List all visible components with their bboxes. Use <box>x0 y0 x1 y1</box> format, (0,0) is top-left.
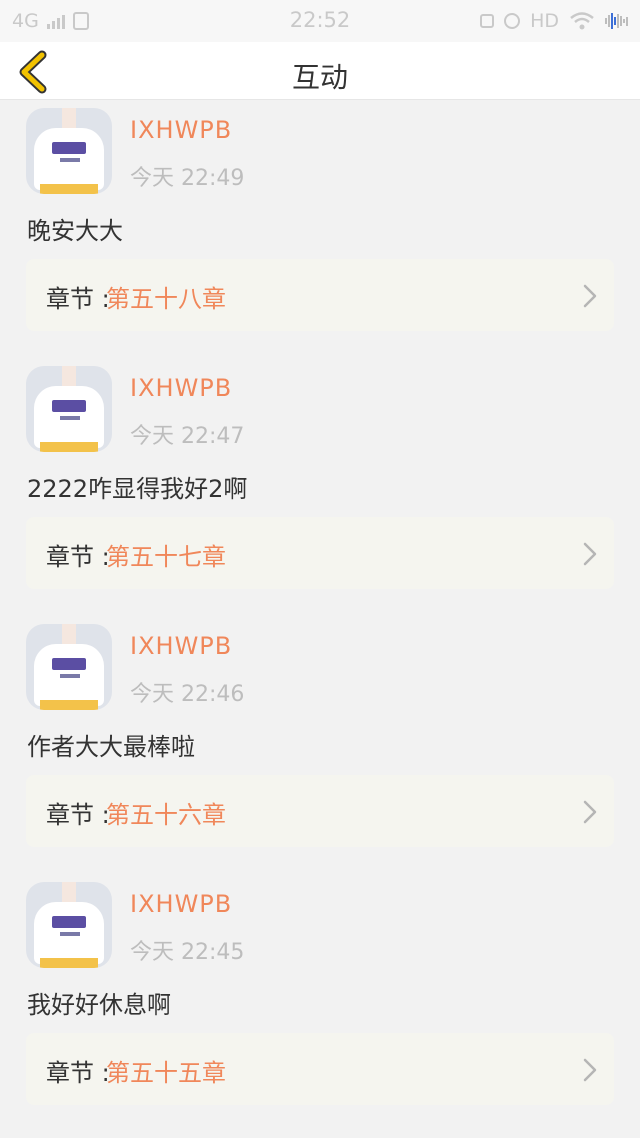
mute-icon <box>480 14 495 28</box>
wifi-icon <box>570 12 594 30</box>
chevron-right-icon <box>583 542 597 566</box>
chevron-right-icon <box>583 284 597 308</box>
avatar[interactable] <box>26 624 112 710</box>
alarm-icon <box>504 13 521 29</box>
nav-bar: 互动 <box>0 42 640 100</box>
chapter-link[interactable]: 章节 : 第五十八章 <box>26 259 614 331</box>
comment-item: IXHWPB 今天 22:45 我好好休息啊 章节 : 第五十五章 <box>0 874 640 1132</box>
comment-text: 作者大大最棒啦 <box>27 733 195 761</box>
chapter-link[interactable]: 章节 : 第五十五章 <box>26 1033 614 1105</box>
audio-wave-icon <box>605 13 628 29</box>
comment-text: 晚安大大 <box>27 217 123 245</box>
avatar[interactable] <box>26 882 112 968</box>
chevron-right-icon <box>583 800 597 824</box>
hd-label: HD <box>530 10 559 32</box>
comment-time: 今天 22:47 <box>130 424 245 449</box>
chapter-name: 第五十七章 <box>106 543 226 571</box>
chapter-label: 章节 : <box>46 285 110 313</box>
username[interactable]: IXHWPB <box>130 632 232 660</box>
comment-text: 我好好休息啊 <box>27 991 171 1019</box>
comment-item: IXHWPB 今天 22:46 作者大大最棒啦 章节 : 第五十六章 <box>0 616 640 874</box>
chapter-link[interactable]: 章节 : 第五十七章 <box>26 517 614 589</box>
chapter-name: 第五十八章 <box>106 285 226 313</box>
chapter-label: 章节 : <box>46 1059 110 1087</box>
comment-time: 今天 22:46 <box>130 682 245 707</box>
chapter-name: 第五十五章 <box>106 1059 226 1087</box>
comment-item: IXHWPB 今天 22:49 晚安大大 章节 : 第五十八章 <box>0 100 640 358</box>
chapter-label: 章节 : <box>46 543 110 571</box>
comment-text: 2222咋显得我好2啊 <box>27 475 248 503</box>
chapter-link[interactable]: 章节 : 第五十六章 <box>26 775 614 847</box>
status-right: HD <box>480 10 628 32</box>
username[interactable]: IXHWPB <box>130 374 232 402</box>
status-bar: 4G 22:52 HD <box>0 0 640 42</box>
comment-item: IXHWPB 今天 22:47 2222咋显得我好2啊 章节 : 第五十七章 <box>0 358 640 616</box>
avatar[interactable] <box>26 108 112 194</box>
chevron-right-icon <box>583 1058 597 1082</box>
comment-time: 今天 22:49 <box>130 166 245 191</box>
page-title: 互动 <box>291 61 348 94</box>
chapter-name: 第五十六章 <box>106 801 226 829</box>
username[interactable]: IXHWPB <box>130 116 232 144</box>
username[interactable]: IXHWPB <box>130 890 232 918</box>
avatar[interactable] <box>26 366 112 452</box>
chapter-label: 章节 : <box>46 801 110 829</box>
comment-time: 今天 22:45 <box>130 940 245 965</box>
